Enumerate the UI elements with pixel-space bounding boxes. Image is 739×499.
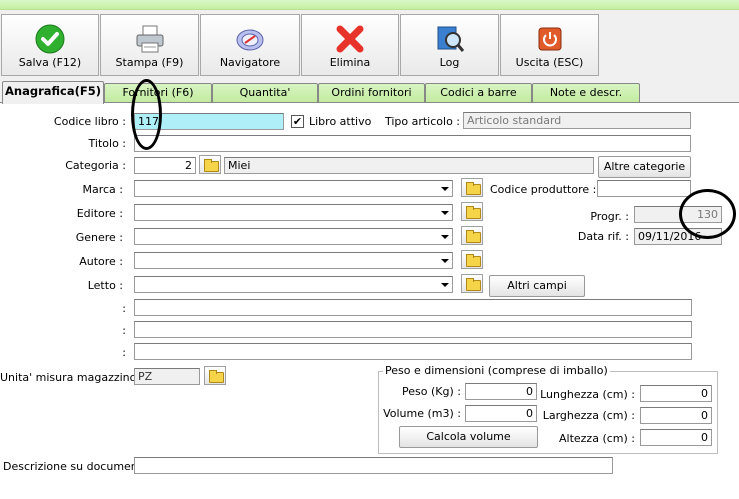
categoria-label: Categoria : — [65, 159, 126, 172]
extra-field-2-label: : — [122, 324, 126, 337]
delete-button[interactable]: Elimina — [301, 14, 399, 76]
codice-produttore-label: Codice produttore : — [490, 183, 597, 196]
unita-folder-icon[interactable] — [204, 366, 226, 385]
toolbar: Salva (F12) Stampa (F9) Navigatore Elimi… — [0, 10, 739, 80]
power-icon — [538, 27, 561, 51]
data-rif-label: Data rif. : — [577, 230, 629, 243]
descrizione-field[interactable] — [134, 457, 613, 474]
magnifier-book-icon — [437, 26, 464, 52]
titolo-field[interactable] — [134, 135, 691, 152]
annotation-circle — [679, 189, 736, 239]
unita-misura-field: PZ — [134, 368, 200, 385]
volume-label: Volume (m3) : — [383, 407, 461, 420]
codice-produttore-field[interactable] — [597, 180, 691, 197]
categoria-code-field[interactable]: 2 — [134, 157, 196, 174]
save-label: Salva (F12) — [18, 56, 82, 69]
chevron-down-icon — [438, 205, 452, 220]
altri-campi-button[interactable]: Altri campi — [489, 275, 585, 297]
tab-label: Ordini fornitori — [331, 86, 412, 99]
letto-folder-icon[interactable] — [461, 274, 483, 293]
peso-label: Peso (Kg) : — [402, 385, 461, 398]
chevron-down-icon — [438, 277, 452, 292]
lunghezza-label: Lunghezza (cm) : — [540, 388, 635, 401]
log-label: Log — [439, 56, 460, 69]
compass-icon — [236, 29, 264, 51]
check-icon — [35, 24, 65, 54]
editore-select[interactable] — [134, 204, 453, 221]
genere-select[interactable] — [134, 228, 453, 245]
titolo-label: Titolo : — [88, 137, 126, 150]
letto-label: Letto : — [87, 279, 123, 292]
marca-label: Marca : — [82, 183, 123, 196]
exit-button[interactable]: Uscita (ESC) — [500, 14, 599, 76]
calcola-volume-button[interactable]: Calcola volume — [399, 426, 538, 448]
delete-label: Elimina — [329, 56, 371, 69]
altre-categorie-button[interactable]: Altre categorie — [598, 156, 691, 178]
extra-field-1-label: : — [122, 302, 126, 315]
autore-folder-icon[interactable] — [461, 250, 483, 269]
codice-libro-label: Codice libro : — [53, 115, 126, 128]
letto-select[interactable] — [134, 276, 453, 293]
unita-misura-label: Unita' misura magazzino : — [0, 371, 144, 384]
window-top-strip — [0, 0, 739, 10]
volume-field[interactable]: 0 — [465, 405, 537, 422]
chevron-down-icon — [438, 229, 452, 244]
log-button[interactable]: Log — [400, 14, 499, 76]
navigator-label: Navigatore — [219, 56, 281, 69]
exit-label: Uscita (ESC) — [515, 56, 584, 69]
extra-field-2[interactable] — [134, 321, 692, 338]
genere-label: Genere : — [75, 231, 123, 244]
extra-field-3-label: : — [122, 346, 126, 359]
tab-label: Note e descr. — [549, 86, 623, 99]
tipo-articolo-field[interactable]: Articolo standard — [463, 112, 691, 129]
tab-label: Codici a barre — [440, 86, 517, 99]
tab-label: Anagrafica(F5) — [5, 84, 101, 98]
libro-attivo-checkbox[interactable]: ✔ — [291, 115, 304, 128]
tab-bar: Anagrafica(F5) Fornitori (F6) Quantita' … — [0, 81, 739, 104]
altezza-field[interactable]: 0 — [640, 429, 712, 446]
marca-folder-icon[interactable] — [461, 178, 483, 197]
categoria-folder-icon[interactable] — [199, 155, 221, 174]
lunghezza-field[interactable]: 0 — [640, 385, 712, 402]
tab-anagrafica[interactable]: Anagrafica(F5) — [2, 81, 104, 104]
autore-select[interactable] — [134, 252, 453, 269]
tab-codici-a-barre[interactable]: Codici a barre — [425, 83, 532, 103]
genere-folder-icon[interactable] — [461, 226, 483, 245]
chevron-down-icon — [438, 181, 452, 196]
marca-select[interactable] — [134, 180, 453, 197]
descrizione-label: Descrizione su documenti: — [3, 460, 149, 473]
print-button[interactable]: Stampa (F9) — [100, 14, 199, 76]
chevron-down-icon — [438, 253, 452, 268]
editore-folder-icon[interactable] — [461, 202, 483, 221]
tab-note-descr[interactable]: Note e descr. — [532, 83, 640, 103]
altezza-label: Altezza (cm) : — [559, 432, 635, 445]
dimensions-group-title: Peso e dimensioni (comprese di imballo) — [383, 364, 610, 377]
tab-ordini-fornitori[interactable]: Ordini fornitori — [318, 83, 425, 103]
larghezza-field[interactable]: 0 — [640, 407, 712, 424]
navigator-button[interactable]: Navigatore — [200, 14, 300, 76]
larghezza-label: Larghezza (cm) : — [542, 409, 635, 422]
progr-label: Progr. : — [590, 210, 629, 223]
extra-field-3[interactable] — [134, 343, 692, 360]
printer-icon — [136, 25, 163, 53]
categoria-name-field: Miei — [224, 157, 594, 174]
print-label: Stampa (F9) — [115, 56, 184, 69]
tab-quantita[interactable]: Quantita' — [212, 83, 318, 103]
autore-label: Autore : — [79, 255, 123, 268]
extra-field-1[interactable] — [134, 299, 692, 316]
tipo-articolo-label: Tipo articolo : — [384, 115, 460, 128]
editore-label: Editore : — [76, 207, 123, 220]
save-button[interactable]: Salva (F12) — [1, 14, 99, 76]
peso-field[interactable]: 0 — [465, 383, 537, 400]
annotation-circle — [131, 79, 162, 150]
tab-label: Quantita' — [239, 86, 291, 99]
x-icon — [336, 25, 364, 53]
